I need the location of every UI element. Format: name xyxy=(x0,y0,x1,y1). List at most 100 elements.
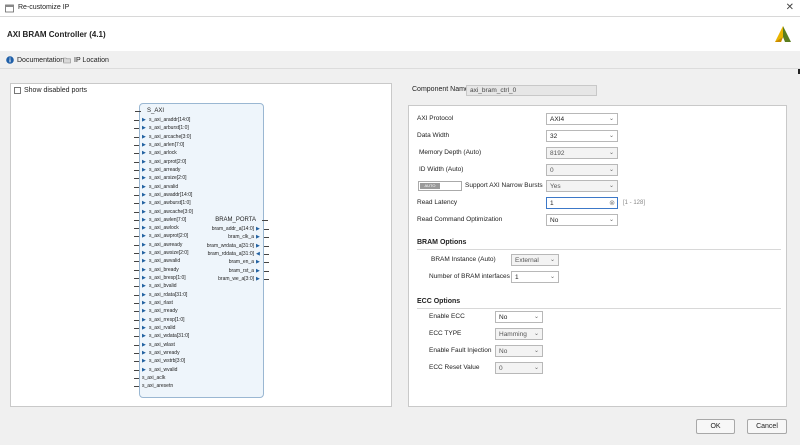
ecc-type-dropdown[interactable]: Hamming ⌄ xyxy=(495,328,543,340)
port-arrow-icon: ▶ xyxy=(142,208,146,215)
clock-port-label: s_axi_aresetn xyxy=(142,383,174,390)
port-tick xyxy=(264,262,269,264)
port-arrow-icon: ▶ xyxy=(142,133,146,140)
port-tick xyxy=(264,278,269,280)
fault-injection-dropdown[interactable]: No ⌄ xyxy=(495,345,543,357)
ip-location-label: IP Location xyxy=(74,56,109,64)
chevron-down-icon: ⌄ xyxy=(549,274,555,280)
port-arrow-icon: ▶ xyxy=(142,258,146,265)
enable-ecc-dropdown[interactable]: No ⌄ xyxy=(495,311,543,323)
cancel-button[interactable]: Cancel xyxy=(747,419,787,434)
ecc-type-value: Hamming xyxy=(499,330,527,338)
port-tick xyxy=(134,352,139,354)
chevron-down-icon: ⌄ xyxy=(608,167,614,173)
bram-instance-dropdown[interactable]: External ⌄ xyxy=(511,254,559,266)
xilinx-logo-icon xyxy=(775,26,791,42)
port-arrow-icon: ▶ xyxy=(142,341,146,348)
data-width-dropdown[interactable]: 32 ⌄ xyxy=(546,130,618,142)
port-arrow-icon: ▶ xyxy=(142,358,146,365)
ecc-reset-value: 0 xyxy=(499,364,503,372)
ecc-reset-dropdown[interactable]: 0 ⌄ xyxy=(495,362,543,374)
port-label: s_axi_awsize[2:0] xyxy=(149,250,189,257)
port-tick xyxy=(134,344,139,346)
ecc-type-label: ECC TYPE xyxy=(429,330,462,337)
ecc-reset-label: ECC Reset Value xyxy=(429,364,480,371)
memory-depth-dropdown[interactable]: 8192 ⌄ xyxy=(546,147,618,159)
fault-injection-label: Enable Fault Injection xyxy=(429,347,492,354)
port-tick xyxy=(134,211,139,213)
ip-location-link[interactable]: IP Location xyxy=(63,56,109,64)
port-tick xyxy=(134,153,139,155)
port-tick xyxy=(134,144,139,146)
port-arrow-icon: ▶ xyxy=(142,166,146,173)
narrow-bursts-dropdown[interactable]: Yes ⌄ xyxy=(546,180,618,192)
parameters-panel: Component Name axi_bram_ctrl_0 AXI Proto… xyxy=(408,83,787,407)
narrow-bursts-value: Yes xyxy=(550,182,561,190)
folder-icon xyxy=(63,57,71,64)
port-arrow-icon: ▶ xyxy=(142,283,146,290)
data-width-value: 32 xyxy=(550,132,558,140)
port-arrow-icon: ▶ xyxy=(142,141,146,148)
bus-label-s-axi: S_AXI xyxy=(147,108,165,114)
port-tick xyxy=(134,319,139,321)
read-cmd-opt-dropdown[interactable]: No ⌄ xyxy=(546,214,618,226)
port-arrow-icon: ▶ xyxy=(256,242,260,249)
port-arrow-icon: ▶ xyxy=(142,333,146,340)
show-disabled-ports-checkbox[interactable]: Show disabled ports xyxy=(14,87,87,94)
port-arrow-icon: ▶ xyxy=(142,200,146,207)
port-label: s_axi_awaddr[14:0] xyxy=(149,191,193,198)
id-width-dropdown[interactable]: 0 ⌄ xyxy=(546,164,618,176)
port-arrow-icon: ▶ xyxy=(142,250,146,257)
port-label: s_axi_arlen[7:0] xyxy=(149,141,185,148)
port-arrow-icon: ▶ xyxy=(142,275,146,282)
checkbox-box[interactable] xyxy=(14,87,21,94)
port-tick xyxy=(264,229,269,230)
port-arrow-icon: ▶ xyxy=(142,308,146,315)
port-label: s_axi_awlen[7:0] xyxy=(149,216,187,223)
close-icon[interactable]: ✕ xyxy=(786,2,794,13)
memory-depth-value: 8192 xyxy=(550,149,565,157)
title-bar: Re-customize IP ✕ xyxy=(0,0,800,17)
port-tick xyxy=(134,219,139,221)
port-tick xyxy=(134,136,139,138)
read-latency-input[interactable]: 1 ⊗ xyxy=(546,197,618,209)
port-arrow-icon: ▶ xyxy=(142,225,146,232)
port-arrow-icon: ▶ xyxy=(142,300,146,307)
bram-options-separator xyxy=(417,249,781,250)
port-tick xyxy=(134,161,139,163)
port-arrow-icon: ▶ xyxy=(142,325,146,331)
auto-toggle[interactable]: AUTO xyxy=(418,181,462,191)
port-arrow-icon: ▶ xyxy=(256,267,260,274)
chevron-down-icon: ⌄ xyxy=(533,348,539,354)
bram-options-title: BRAM Options xyxy=(417,239,467,246)
port-label: s_axi_rresp[1:0] xyxy=(149,316,185,323)
window-title: Re-customize IP xyxy=(18,4,70,11)
port-tick xyxy=(134,236,139,238)
ok-button[interactable]: OK xyxy=(696,419,735,434)
port-label: bram_rst_a xyxy=(228,267,254,274)
port-tick xyxy=(134,186,139,188)
port-tick xyxy=(134,294,139,296)
ip-name: AXI BRAM Controller (4.1) xyxy=(7,30,106,39)
component-name-input[interactable]: axi_bram_ctrl_0 xyxy=(466,85,597,96)
app-icon xyxy=(5,4,14,13)
documentation-link[interactable]: Documentation xyxy=(6,56,64,64)
port-tick xyxy=(134,228,139,230)
port-tick xyxy=(134,269,139,271)
bus-tick xyxy=(135,111,141,112)
port-tick xyxy=(134,253,139,255)
port-tick xyxy=(264,245,269,247)
clear-icon[interactable]: ⊗ xyxy=(609,199,615,207)
port-label: s_axi_wvalid xyxy=(149,366,178,373)
chevron-down-icon: ⌄ xyxy=(533,365,539,371)
port-arrow-icon: ▶ xyxy=(142,316,146,323)
port-label: s_axi_arready xyxy=(149,166,181,173)
chevron-down-icon: ⌄ xyxy=(608,133,614,139)
bus-tick xyxy=(262,220,268,221)
port-tick xyxy=(264,237,269,239)
axi-protocol-dropdown[interactable]: AXI4 ⌄ xyxy=(546,113,618,125)
port-label: s_axi_bready xyxy=(149,266,179,273)
bram-interfaces-dropdown[interactable]: 1 ⌄ xyxy=(511,271,559,283)
chevron-down-icon: ⌄ xyxy=(533,331,539,337)
fault-injection-value: No xyxy=(499,347,508,355)
